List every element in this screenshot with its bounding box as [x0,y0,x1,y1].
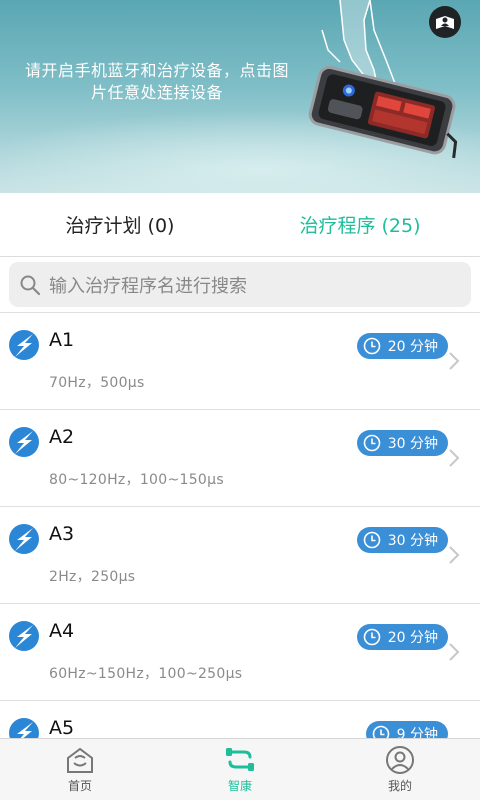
program-name: A5 [49,717,75,739]
clock-icon [363,337,381,355]
plug-icon [226,748,254,771]
banner-message: 请开启手机蓝牙和治疗设备，点击图片任意处连接设备 [24,61,289,102]
lightning-icon [9,621,39,651]
program-name: A2 [49,426,75,448]
nav-label-mine: 我的 [387,779,412,793]
program-row[interactable]: A2 80~120Hz，100~150μs 30 分钟 [0,409,480,506]
lightning-icon [9,330,39,360]
search-input[interactable]: 输入治疗程序名进行搜索 [9,262,471,307]
book-person-icon[interactable] [429,6,461,38]
duration-text: 30 分钟 [387,533,438,549]
search-placeholder: 输入治疗程序名进行搜索 [49,275,247,297]
program-list: A1 70Hz，500μs 20 分钟 A2 80~120Hz，100~150μ… [0,312,480,797]
duration-badge: 20 分钟 [356,333,448,359]
tab-bar: 治疗计划 (0) 治疗程序 (25) [0,193,480,257]
program-row[interactable]: A4 60Hz~150Hz，100~250μs 20 分钟 [0,603,480,700]
nav-item-zhikang[interactable]: 智康 [160,739,320,800]
connect-device-banner[interactable]: 请开启手机蓝牙和治疗设备，点击图片任意处连接设备 [0,0,480,193]
chevron-right-icon [449,643,460,661]
tab-treatment-program[interactable]: 治疗程序 (25) [240,193,480,256]
duration-text: 30 分钟 [387,436,438,452]
program-name: A3 [49,523,75,545]
chevron-right-icon [449,352,460,370]
lightning-icon [9,524,39,554]
program-row[interactable]: A1 70Hz，500μs 20 分钟 [0,312,480,409]
nav-label-zhikang: 智康 [227,779,252,793]
duration-badge: 20 分钟 [356,624,448,650]
clock-icon [363,628,381,646]
program-params: 60Hz~150Hz，100~250μs [49,666,243,682]
clock-icon [363,531,381,549]
duration-badge: 30 分钟 [356,430,448,456]
user-icon [386,746,414,774]
program-params: 2Hz，250μs [49,569,136,585]
bottom-nav: 首页 智康 我的 [0,738,480,800]
nav-item-mine[interactable]: 我的 [320,739,480,800]
nav-item-home[interactable]: 首页 [0,739,160,800]
lightning-icon [9,427,39,457]
search-icon [20,275,41,295]
chevron-right-icon [449,546,460,564]
clock-icon [363,434,381,452]
program-row[interactable]: A3 2Hz，250μs 30 分钟 [0,506,480,603]
program-name: A1 [49,329,75,351]
program-name: A4 [49,620,75,642]
duration-badge: 30 分钟 [356,527,448,553]
chevron-right-icon [449,449,460,467]
home-icon [67,747,93,773]
duration-text: 20 分钟 [387,339,438,355]
nav-label-home: 首页 [67,779,92,793]
program-params: 80~120Hz，100~150μs [49,472,224,488]
duration-text: 20 分钟 [387,630,438,646]
program-params: 70Hz，500μs [49,375,145,391]
tab-treatment-plan[interactable]: 治疗计划 (0) [0,193,240,256]
